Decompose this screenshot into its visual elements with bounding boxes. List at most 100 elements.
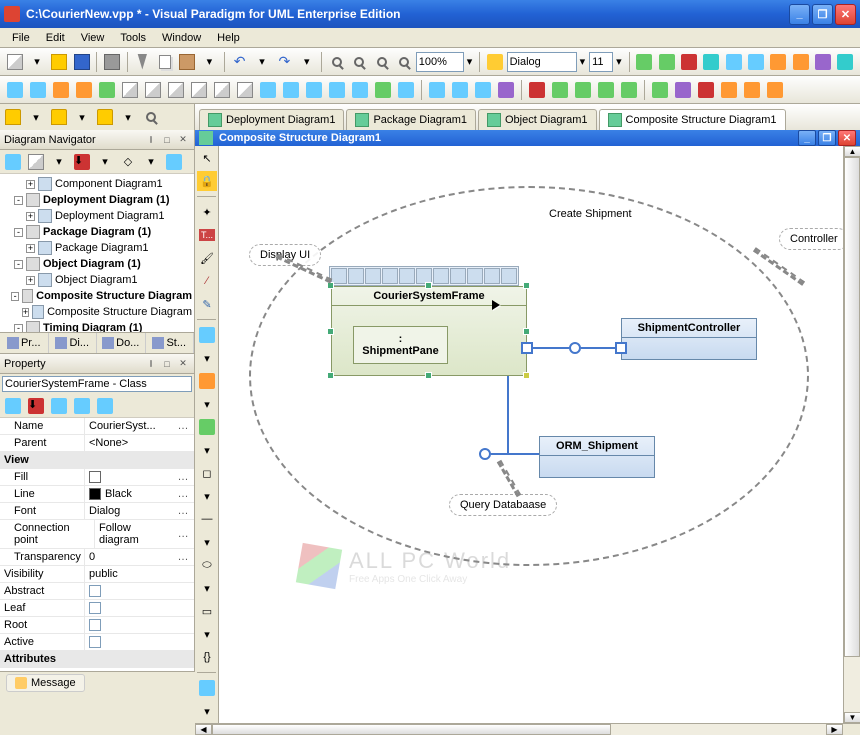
menu-file[interactable]: File	[4, 30, 38, 46]
tree-item[interactable]: -Package Diagram (1)	[2, 224, 192, 240]
ellipsis-icon[interactable]: …	[176, 488, 190, 500]
nav-tb-7[interactable]: ▾	[140, 151, 162, 173]
tb2-23[interactable]	[526, 79, 548, 101]
close-button[interactable]: ✕	[835, 4, 856, 25]
tab-deployment[interactable]: Deployment Diagram1	[199, 109, 344, 130]
minimize-button[interactable]: _	[789, 4, 810, 25]
tb-btn-c[interactable]	[723, 51, 744, 73]
property-grid[interactable]: NameCourierSyst...… Parent<None> View Fi…	[0, 418, 194, 671]
zoom-in-button[interactable]	[326, 51, 347, 73]
class-tool-dd[interactable]: ▾	[197, 348, 217, 368]
undo-dropdown[interactable]: ▾	[251, 51, 272, 73]
property-object-combo[interactable]	[2, 376, 192, 392]
menu-help[interactable]: Help	[209, 30, 248, 46]
interface-tool-dd[interactable]: ▾	[197, 394, 217, 414]
diagram-canvas[interactable]: Display UI Create Shipment Controller Qu…	[219, 146, 843, 723]
tree-toggle-icon[interactable]: +	[26, 244, 35, 253]
canvas-minimize-button[interactable]: _	[798, 130, 816, 146]
zoom-fit-button[interactable]	[371, 51, 392, 73]
mini-tab-pr[interactable]: Pr...	[0, 333, 49, 353]
nav-tb-6[interactable]: ◇	[117, 151, 139, 173]
prop-tb-5[interactable]	[94, 395, 116, 417]
cut-button[interactable]	[132, 51, 153, 73]
tree-toggle-icon[interactable]: +	[26, 212, 35, 221]
checkbox[interactable]	[89, 636, 101, 648]
close-panel-icon[interactable]: ✕	[176, 133, 190, 147]
refresh-button[interactable]	[634, 51, 655, 73]
connector[interactable]	[507, 376, 509, 454]
scroll-left-icon[interactable]: ◀	[195, 724, 212, 735]
ctx-btn[interactable]	[433, 268, 449, 284]
tree-item[interactable]: -Object Diagram (1)	[2, 256, 192, 272]
tb-btn-g[interactable]	[812, 51, 833, 73]
tb-btn-e[interactable]	[768, 51, 789, 73]
tb2-21[interactable]	[472, 79, 494, 101]
mini-tab-do[interactable]: Do...	[97, 333, 146, 353]
close-panel-icon[interactable]: ✕	[176, 357, 190, 371]
tree-item[interactable]: -Timing Diagram (1)	[2, 320, 192, 332]
scroll-down-icon[interactable]: ▼	[844, 712, 860, 723]
part-shipment-pane[interactable]: : ShipmentPane	[353, 326, 448, 364]
menu-tools[interactable]: Tools	[112, 30, 154, 46]
tb-btn-f[interactable]	[790, 51, 811, 73]
ellipsis-icon[interactable]: …	[176, 551, 190, 563]
sb-tb-3[interactable]	[48, 106, 70, 128]
maximize-button[interactable]: ❐	[812, 4, 833, 25]
paint-tool[interactable]: 🖌	[197, 248, 217, 268]
ellipsis-icon[interactable]: …	[176, 528, 190, 540]
sync-button[interactable]	[656, 51, 677, 73]
nav-tb-3[interactable]: ▾	[48, 151, 70, 173]
ellipsis-icon[interactable]: …	[176, 420, 190, 432]
note-tool-dd[interactable]: ▾	[197, 624, 217, 644]
tree-item[interactable]: +Object Diagram1	[2, 272, 192, 288]
vertical-scrollbar[interactable]: ▲ ▼	[843, 146, 860, 723]
tb2-19[interactable]	[426, 79, 448, 101]
tb2-20[interactable]	[449, 79, 471, 101]
lock-tool[interactable]: 🔒	[197, 171, 217, 191]
tb2-17[interactable]	[372, 79, 394, 101]
font-size-combo[interactable]: ▾	[589, 52, 625, 72]
collab-label-controller[interactable]: Controller	[779, 228, 843, 250]
pin-icon[interactable]: ⫾	[144, 133, 158, 147]
menu-view[interactable]: View	[73, 30, 113, 46]
canvas-maximize-button[interactable]: ❐	[818, 130, 836, 146]
ellipsis-icon[interactable]: …	[176, 505, 190, 517]
sb-tb-7[interactable]	[140, 106, 162, 128]
checkbox[interactable]	[89, 619, 101, 631]
text-tool[interactable]: T...	[197, 225, 217, 245]
class-tool[interactable]	[197, 325, 217, 345]
prop-tb-4[interactable]	[71, 395, 93, 417]
tree-item[interactable]: -Deployment Diagram (1)	[2, 192, 192, 208]
copy-button[interactable]	[154, 51, 175, 73]
part-tool[interactable]	[197, 417, 217, 437]
maximize-panel-icon[interactable]: □	[160, 357, 174, 371]
tree-toggle-icon[interactable]: -	[14, 260, 23, 269]
constraint-tool[interactable]: {}	[197, 647, 217, 667]
ctx-btn[interactable]	[365, 268, 381, 284]
tb2-22[interactable]	[495, 79, 517, 101]
undo-button[interactable]: ↶	[229, 51, 250, 73]
connector[interactable]	[491, 453, 539, 455]
paste-button[interactable]	[176, 51, 197, 73]
pin-icon[interactable]: ⫾	[144, 357, 158, 371]
zoom-actual-button[interactable]	[393, 51, 414, 73]
sb-tb-4[interactable]: ▾	[71, 106, 93, 128]
menu-window[interactable]: Window	[154, 30, 209, 46]
tree-item[interactable]: +Deployment Diagram1	[2, 208, 192, 224]
connector[interactable]	[533, 347, 569, 349]
tree-toggle-icon[interactable]: -	[14, 228, 23, 237]
tb2-4[interactable]	[73, 79, 95, 101]
tb2-27[interactable]	[618, 79, 640, 101]
ctx-btn[interactable]	[467, 268, 483, 284]
sb-tb-2[interactable]: ▾	[25, 106, 47, 128]
tree-toggle-icon[interactable]: -	[11, 292, 18, 301]
ctx-btn[interactable]	[450, 268, 466, 284]
print-button[interactable]	[101, 51, 122, 73]
extra-tool[interactable]	[197, 678, 217, 698]
wand-tool[interactable]: ✦	[197, 202, 217, 222]
ctx-btn[interactable]	[484, 268, 500, 284]
canvas-close-button[interactable]: ✕	[838, 130, 856, 146]
message-tab[interactable]: Message	[6, 674, 85, 692]
tb2-30[interactable]	[695, 79, 717, 101]
help-button[interactable]	[835, 51, 856, 73]
